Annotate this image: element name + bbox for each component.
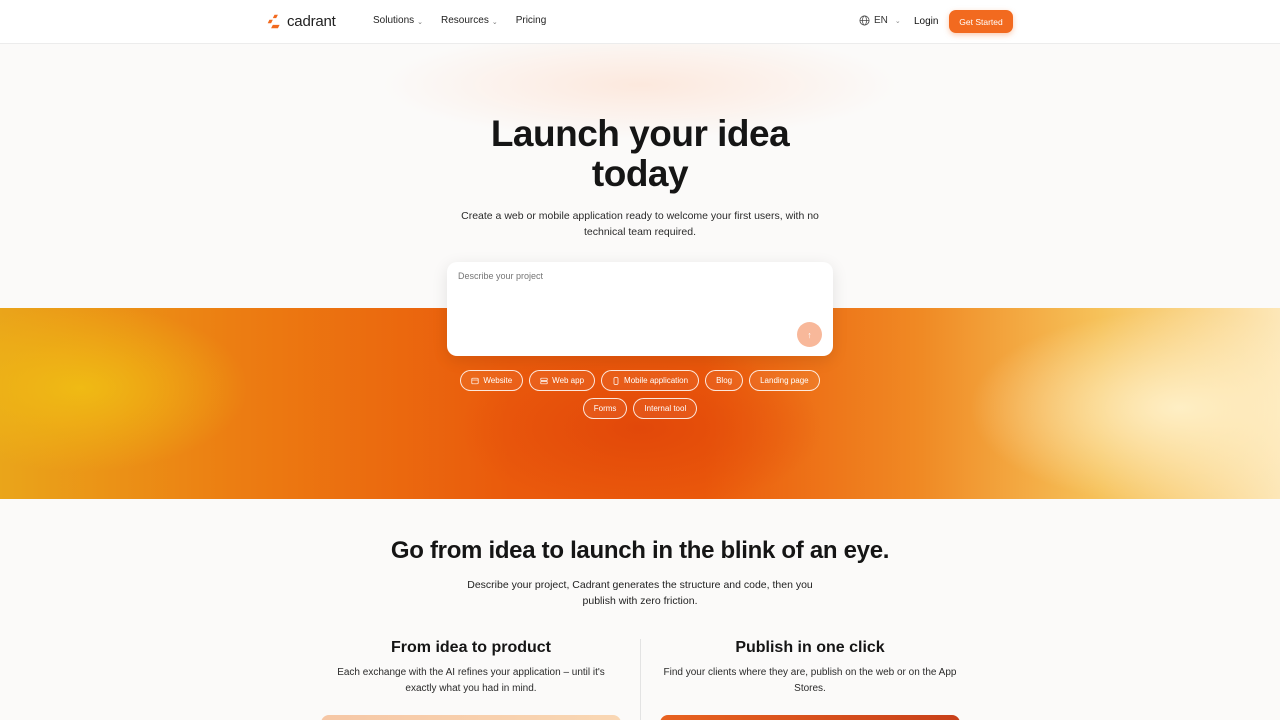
chip-landing-page[interactable]: Landing page (749, 370, 820, 391)
chevron-down-icon: ⌄ (491, 18, 498, 26)
feature-right-card (660, 715, 960, 720)
chip-row-2: Forms Internal tool (0, 398, 1280, 419)
nav-resources[interactable]: Resources ⌄ (441, 15, 498, 26)
features-section: Go from idea to launch in the blink of a… (0, 499, 1280, 720)
chevron-down-icon: ⌄ (417, 18, 424, 26)
chip-web-app[interactable]: Web app (529, 370, 596, 391)
brand-logo[interactable]: cadrant (266, 13, 336, 30)
features-subtitle: Describe your project, Cadrant generates… (467, 579, 813, 607)
get-started-button[interactable]: Get Started (949, 10, 1013, 33)
chip-landing-page-label: Landing page (760, 376, 809, 385)
browser-icon (471, 377, 479, 384)
brand-name: cadrant (287, 13, 336, 30)
chip-row-1: Website Web app Mobile application Blog … (0, 370, 1280, 391)
chip-forms-label: Forms (593, 404, 617, 413)
hero-title-line2: today (591, 153, 689, 194)
chip-website[interactable]: Website (460, 370, 524, 391)
feature-left-title: From idea to product (391, 639, 551, 656)
globe-icon (859, 15, 870, 26)
login-link[interactable]: Login (914, 16, 938, 27)
feature-publish: Publish in one click Find your clients w… (660, 639, 960, 697)
feature-right-text: Find your clients where they are, publis… (663, 667, 957, 694)
nav-resources-label: Resources (441, 15, 489, 26)
chip-blog-label: Blog (716, 376, 733, 385)
column-divider (640, 639, 641, 720)
language-selector[interactable]: EN ⌄ (859, 15, 901, 26)
project-prompt-box[interactable]: ↑ (447, 262, 833, 356)
hero-title: Launch your idea today (0, 114, 1280, 194)
chip-internal-tool[interactable]: Internal tool (633, 398, 698, 419)
feature-left-card (321, 715, 621, 720)
chevron-down-icon: ⌄ (894, 17, 901, 25)
project-type-chips: Website Web app Mobile application Blog … (0, 370, 1280, 426)
feature-right-title: Publish in one click (735, 639, 885, 656)
chip-mobile-application[interactable]: Mobile application (601, 370, 700, 391)
project-description-input[interactable] (458, 271, 798, 281)
features-title: Go from idea to launch in the blink of a… (390, 537, 890, 564)
chip-forms[interactable]: Forms (582, 398, 628, 419)
nav-pricing[interactable]: Pricing (516, 15, 547, 26)
main-nav: Solutions ⌄ Resources ⌄ Pricing (373, 15, 546, 26)
language-label: EN (874, 15, 888, 26)
chip-blog[interactable]: Blog (705, 370, 744, 391)
hero-title-line1: Launch your idea (490, 113, 790, 154)
layers-icon (540, 377, 548, 384)
feature-left-text: Each exchange with the AI refines your a… (337, 667, 605, 694)
feature-idea-to-product: From idea to product Each exchange with … (321, 639, 621, 697)
top-navbar: cadrant Solutions ⌄ Resources ⌄ Pricing … (0, 0, 1280, 44)
hero-subtitle: Create a web or mobile application ready… (461, 210, 819, 238)
cadrant-logo-icon (267, 14, 280, 29)
arrow-up-icon: ↑ (807, 329, 812, 340)
nav-solutions-label: Solutions (373, 15, 415, 26)
chip-internal-tool-label: Internal tool (644, 404, 687, 413)
chip-mobile-application-label: Mobile application (624, 376, 689, 385)
nav-solutions[interactable]: Solutions ⌄ (373, 15, 423, 26)
chip-website-label: Website (483, 376, 513, 385)
phone-icon (613, 376, 619, 385)
chip-web-app-label: Web app (552, 376, 585, 385)
nav-pricing-label: Pricing (515, 15, 547, 26)
submit-button[interactable]: ↑ (797, 322, 822, 347)
